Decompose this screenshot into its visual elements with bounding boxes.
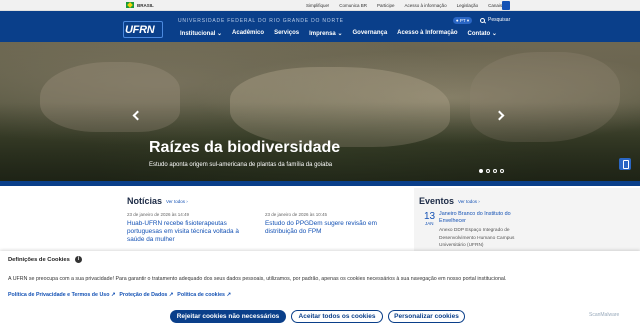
eventos-title: Eventos [419,196,455,206]
gov-link-legislacao[interactable]: Legislação [457,3,479,8]
noticias-title: Notícias [127,196,163,206]
nav-contato[interactable]: Contato ⌄ [468,30,497,37]
eventos-ver-todos-label: Ver todos [458,199,478,204]
hero-subtitle[interactable]: Estudo aponta origem sul-americana de pl… [149,162,332,168]
news-title[interactable]: Estudo do PPGDem sugere revisão em distr… [265,220,387,236]
nav-imprensa-label: Imprensa [309,31,336,37]
search-label: Pesquisar [488,17,511,23]
customize-cookies-button[interactable]: Personalizar cookies [388,310,465,323]
brazil-flag-icon [126,2,134,8]
hero-carousel[interactable]: Raízes da biodiversidade Estudo aponta o… [0,42,640,181]
nav-contato-label: Contato [467,31,491,37]
carousel-dot[interactable] [479,169,483,173]
divider [0,181,640,186]
carousel-dot[interactable] [493,169,497,173]
carousel-dot[interactable] [486,169,490,173]
privacy-policy-link[interactable]: Política de Privacidade e Termos de Uso … [8,292,115,298]
site-header: UFRN UNIVERSIDADE FEDERAL DO RIO GRANDE … [0,11,640,42]
event-place: Anexo DDP Espaço Integrado de Desenvolvi… [439,228,515,248]
reject-cookies-button[interactable]: Rejeitar cookies não necessários [170,310,286,323]
eventos-ver-todos-link[interactable]: Ver todos › [458,199,480,204]
cookie-text: A UFRN se preocupa com a sua privacidade… [8,276,507,282]
nav-institucional[interactable]: Institucional ⌄ [180,30,222,37]
cookie-banner: Definições de Cookies i A UFRN se preocu… [0,251,640,331]
gov-bar: BRASIL Simplifique! Comunica BR Particip… [0,0,640,11]
data-protection-link[interactable]: Proteção de Dados ↗ [119,292,173,298]
gov-link-acesso[interactable]: Acesso à informação [405,3,447,8]
noticias-ver-todos-label: Ver todos [166,199,186,204]
nav-academico[interactable]: Acadêmico [232,30,264,37]
carousel-dots [479,169,504,173]
news-date: 23 de janeiro de 2026 às 10:45 [265,212,328,217]
news-title[interactable]: Huab-UFRN recebe fisioterapeutas portugu… [127,220,257,244]
gov-link-simplifique[interactable]: Simplifique! [306,3,329,8]
language-label: PT [459,18,466,23]
cookie-policy-label: Política de cookies [177,292,225,298]
gov-link-participe[interactable]: Participe [377,3,395,8]
country-link[interactable]: BRASIL [137,3,154,8]
gov-link-canais[interactable]: Canais [488,3,502,8]
hero-title[interactable]: Raízes da biodiversidade [149,139,340,157]
event-title[interactable]: Janeiro Branco do Instituto do Envelhece… [439,211,519,225]
news-date: 23 de janeiro de 2026 às 14:49 [127,212,190,217]
nav-governanca[interactable]: Governança [352,30,387,37]
info-icon: i [75,256,82,263]
noticias-ver-todos-link[interactable]: Ver todos › [166,199,188,204]
search-button[interactable]: Pesquisar [480,17,510,23]
gov-link-comunica[interactable]: Comunica BR [339,3,367,8]
data-protection-label: Proteção de Dados [119,292,168,298]
university-name: UNIVERSIDADE FEDERAL DO RIO GRANDE DO NO… [178,18,344,24]
nav-servicos[interactable]: Serviços [274,30,299,37]
news-card[interactable]: 23 de janeiro de 2026 às 14:49 Huab-UFRN… [127,212,257,244]
vlibras-icon[interactable] [619,158,631,170]
privacy-policy-label: Política de Privacidade e Termos de Uso [8,292,110,298]
cookie-policy-link[interactable]: Política de cookies ↗ [177,292,231,298]
carousel-dot[interactable] [500,169,504,173]
ufrn-logo[interactable]: UFRN [125,24,155,36]
nav-institucional-label: Institucional [180,31,216,37]
accept-cookies-button[interactable]: Aceitar todos os cookies [291,310,383,323]
nav-acesso-informacao[interactable]: Acesso à Informação [397,30,457,37]
nav-imprensa[interactable]: Imprensa ⌄ [309,30,342,37]
main-nav: Institucional ⌄ Acadêmico Serviços Impre… [180,30,497,37]
accessibility-icon[interactable] [502,1,510,10]
cookie-title: Definições de Cookies [8,257,70,263]
cookie-links: Política de Privacidade e Termos de Uso … [8,292,231,298]
search-icon [480,17,485,23]
event-month: JAN [425,221,434,226]
language-selector[interactable]: ● PT ▾ [453,17,472,24]
watermark: ScanMalware [589,312,620,318]
news-card[interactable]: 23 de janeiro de 2026 às 10:45 Estudo do… [265,212,387,236]
gov-links: Simplifique! Comunica BR Participe Acess… [306,3,502,8]
